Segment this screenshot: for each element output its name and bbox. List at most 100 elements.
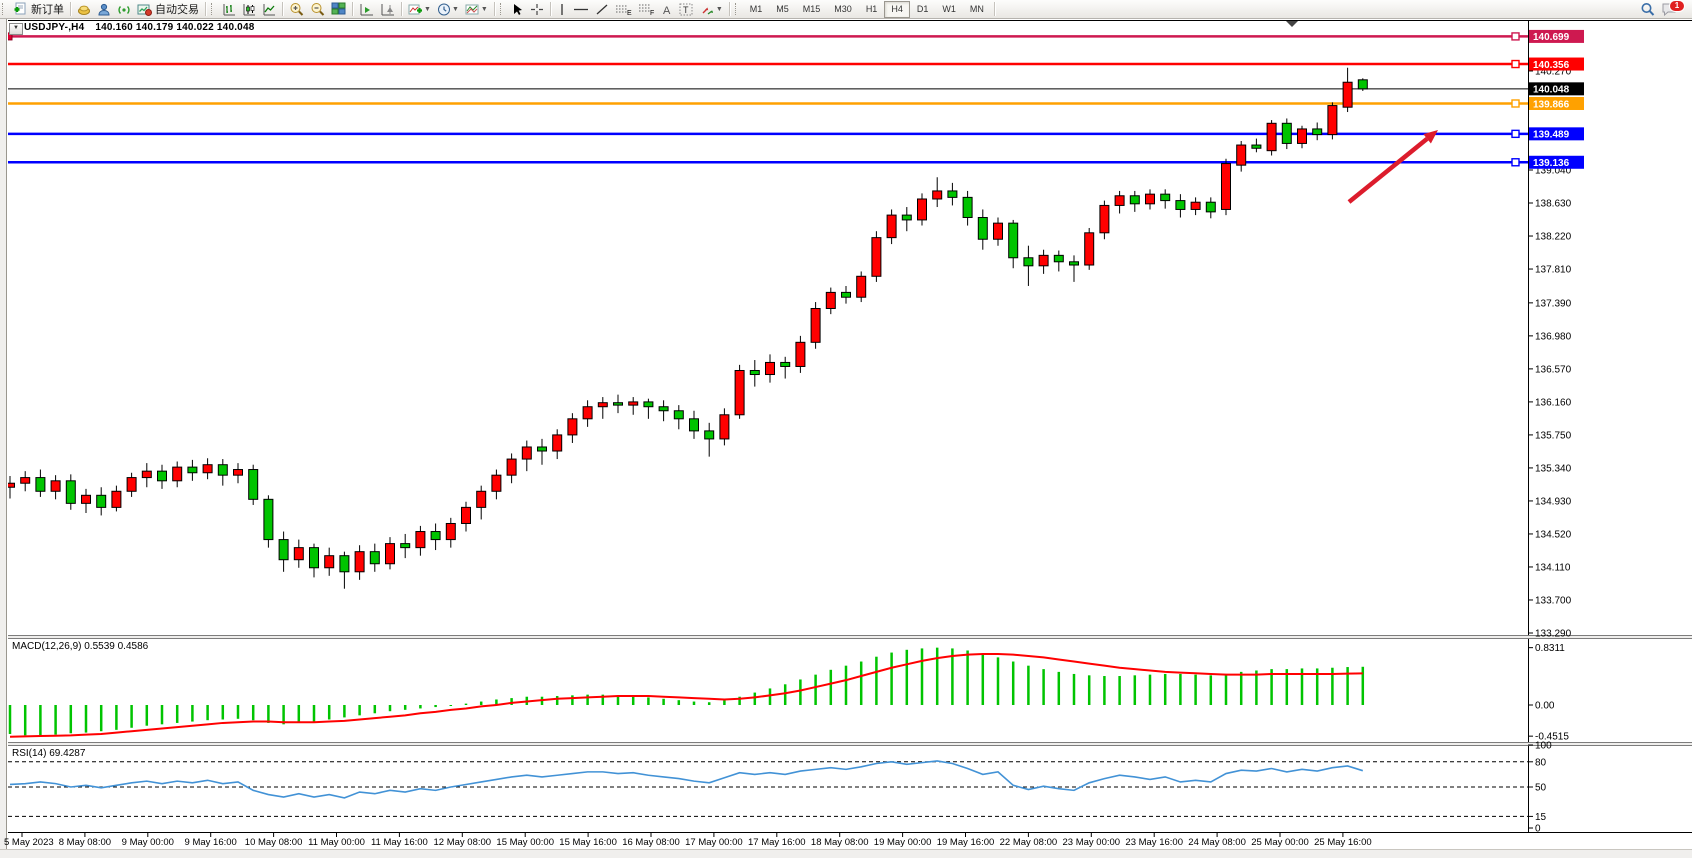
chat-button[interactable]: 1 <box>1658 1 1680 17</box>
candle-body <box>1206 202 1215 212</box>
candle-body <box>82 495 91 503</box>
candle-body <box>583 407 592 419</box>
time-tick-label: 9 May 16:00 <box>185 837 237 848</box>
chart-title: USDJPY-,H4 140.160 140.179 140.022 140.0… <box>24 22 254 33</box>
timeframe-m1-button[interactable]: M1 <box>743 1 770 18</box>
candle-body <box>902 215 911 220</box>
crosshair-button[interactable] <box>527 1 547 17</box>
candle-body <box>781 362 790 366</box>
periods-button[interactable]: ▼ <box>434 1 462 17</box>
svg-text:A: A <box>663 5 671 16</box>
community-button[interactable] <box>94 1 114 17</box>
macd-bar <box>115 705 118 730</box>
hline-handle[interactable] <box>1512 130 1519 137</box>
candle-body <box>416 532 425 548</box>
symbol-period-label: USDJPY-,H4 <box>24 22 84 33</box>
timeframe-w1-button[interactable]: W1 <box>935 1 963 18</box>
macd-bar <box>191 705 194 722</box>
new-order-button[interactable]: 新订单 <box>10 1 67 17</box>
rsi-axis-label: 0 <box>1535 824 1541 835</box>
timeframe-d1-button[interactable]: D1 <box>910 1 936 18</box>
candle-body <box>1146 194 1155 204</box>
signals-button[interactable] <box>114 1 134 17</box>
template-icon <box>465 3 480 16</box>
candle-body <box>431 532 440 540</box>
indicators-button[interactable]: ▼ <box>405 1 434 17</box>
macd-bar <box>860 662 863 705</box>
price-tick-label: 135.340 <box>1535 463 1572 474</box>
auto-scroll-button[interactable] <box>356 1 377 17</box>
text-button[interactable]: A <box>658 1 676 17</box>
timeframe-h4-button[interactable]: H4 <box>884 1 910 18</box>
templates-button[interactable]: ▼ <box>462 1 491 17</box>
price-tick-label: 136.570 <box>1535 364 1572 375</box>
macd-bar <box>222 705 225 719</box>
search-button[interactable] <box>1637 1 1658 17</box>
hline-handle[interactable] <box>1512 159 1519 166</box>
market-button[interactable] <box>74 1 94 17</box>
time-tick-label: 18 May 08:00 <box>811 837 869 848</box>
toolbar-grip[interactable] <box>2 3 6 15</box>
candle-body <box>522 447 531 459</box>
vertical-line-button[interactable] <box>554 1 570 17</box>
line-chart-button[interactable] <box>259 1 279 17</box>
symbol-dropdown-icon[interactable]: ▼ <box>9 23 23 35</box>
auto-trading-button[interactable]: 自动交易 <box>134 1 202 17</box>
horizontal-line-icon <box>573 3 589 16</box>
bar-chart-button[interactable] <box>219 1 239 17</box>
candle-body <box>614 403 623 405</box>
macd-bar <box>632 696 635 705</box>
macd-bar <box>1012 662 1015 705</box>
timeframe-m30-button[interactable]: M30 <box>827 1 859 18</box>
indicator-axes: 0.83110.00-0.45151008050150 <box>1528 643 1569 834</box>
zoom-in-button[interactable] <box>286 1 307 17</box>
chart-plot-area[interactable] <box>8 21 1528 849</box>
equidistant-channel-button[interactable]: E <box>612 1 635 17</box>
fibonacci-button[interactable]: F <box>635 1 658 17</box>
macd-bar <box>328 705 331 719</box>
macd-bar <box>480 702 483 705</box>
macd-bar <box>982 654 985 705</box>
candle-body <box>872 238 881 277</box>
price-badge-label: 139.866 <box>1533 99 1570 110</box>
text-label-button[interactable]: T <box>676 1 697 17</box>
candle-body <box>249 470 258 500</box>
macd-bar <box>784 684 787 705</box>
candle-body <box>1343 82 1352 107</box>
macd-bar <box>799 679 802 705</box>
zoom-out-button[interactable] <box>307 1 328 17</box>
hline-handle[interactable] <box>1512 33 1519 40</box>
chart-canvas[interactable]: 140.270139.040138.630138.220137.810137.3… <box>0 0 1692 857</box>
cursor-button[interactable] <box>508 1 527 17</box>
candle-body <box>720 415 729 439</box>
horizontal-line-button[interactable] <box>570 1 592 17</box>
timeframe-h1-button[interactable]: H1 <box>859 1 885 18</box>
candle-body <box>36 478 45 492</box>
hline-handle[interactable] <box>1512 100 1519 107</box>
time-tick-label: 12 May 08:00 <box>434 837 492 848</box>
timeframe-m15-button[interactable]: M15 <box>796 1 828 18</box>
time-tick-label: 11 May 16:00 <box>371 837 428 848</box>
candle-body <box>1313 129 1322 135</box>
tile-windows-button[interactable] <box>328 1 349 17</box>
candle-body <box>234 470 243 476</box>
candle-body <box>340 556 349 572</box>
time-tick-label: 25 May 16:00 <box>1314 837 1372 848</box>
chart-shift-button[interactable] <box>377 1 398 17</box>
macd-bar <box>662 699 665 705</box>
trendline-button[interactable] <box>592 1 612 17</box>
person-icon <box>97 3 111 16</box>
macd-bar <box>465 704 468 705</box>
candlestick-chart-button[interactable] <box>239 1 259 17</box>
macd-bar <box>298 705 301 723</box>
candle-body <box>1328 106 1337 135</box>
candle-body <box>568 419 577 435</box>
candle-body <box>1100 205 1109 232</box>
timeframe-mn-button[interactable]: MN <box>963 1 991 18</box>
timeframe-m5-button[interactable]: M5 <box>769 1 796 18</box>
svg-text:F: F <box>650 10 654 16</box>
candle-body <box>188 467 197 473</box>
arrow-objects-button[interactable]: ▼ <box>697 1 726 17</box>
macd-bar <box>693 702 696 705</box>
hline-handle[interactable] <box>1512 61 1519 68</box>
